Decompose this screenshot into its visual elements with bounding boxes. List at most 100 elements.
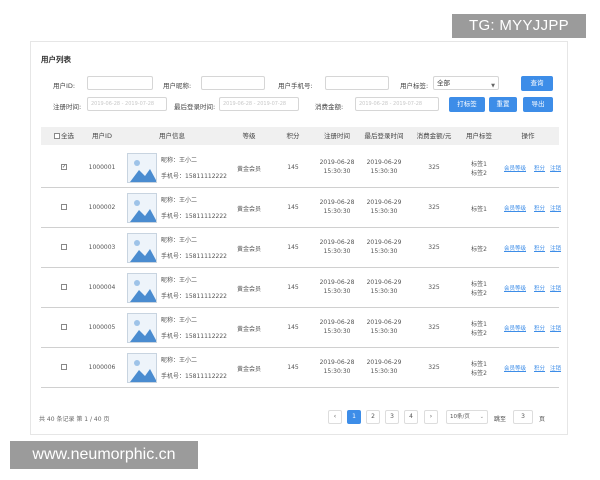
- tag-label: 用户标签:: [400, 82, 429, 90]
- prev-page-button[interactable]: ‹: [328, 410, 342, 424]
- member-level-link[interactable]: 会员等级: [504, 364, 526, 372]
- next-page-button[interactable]: ›: [424, 410, 438, 424]
- nickname: 昵称：王小二: [161, 357, 198, 364]
- register-date: 2019-06-28: [319, 319, 355, 326]
- register-time: 15:30:30: [323, 368, 351, 375]
- member-level-link[interactable]: 会员等级: [504, 164, 526, 172]
- column-points: 积分: [286, 132, 300, 140]
- cancel-account-link[interactable]: 注销: [550, 244, 561, 252]
- register-date: 2019-06-28: [319, 159, 355, 166]
- last-login-time: 15:30:30: [370, 368, 398, 375]
- page-2-button[interactable]: 2: [366, 410, 380, 424]
- reset-button[interactable]: 重置: [489, 97, 517, 112]
- member-level-link[interactable]: 会员等级: [504, 284, 526, 292]
- points: 145: [287, 244, 299, 251]
- select-all-label: 全选: [61, 132, 74, 140]
- points-link[interactable]: 积分: [534, 164, 545, 172]
- row-checkbox[interactable]: [61, 204, 67, 210]
- phone-input[interactable]: [325, 76, 389, 90]
- last-login-date: 2019-06-29: [366, 159, 402, 166]
- page-1-button[interactable]: 1: [347, 410, 361, 424]
- page-4-button[interactable]: 4: [404, 410, 418, 424]
- cancel-account-link[interactable]: 注销: [550, 284, 561, 292]
- spend-amount: 325: [428, 324, 440, 331]
- watermark-top: TG: MYYJJPP: [452, 14, 586, 38]
- register-time-input[interactable]: 2019-06-28 - 2019-07-28: [87, 97, 167, 111]
- chevron-down-icon: ▼: [491, 83, 495, 89]
- goto-input[interactable]: 3: [513, 410, 533, 424]
- register-time: 15:30:30: [323, 168, 351, 175]
- tag-1: 标签2: [471, 246, 487, 253]
- last-login-time: 15:30:30: [370, 288, 398, 295]
- member-level-link[interactable]: 会员等级: [504, 244, 526, 252]
- member-level-link[interactable]: 会员等级: [504, 204, 526, 212]
- cancel-account-link[interactable]: 注销: [550, 364, 561, 372]
- tag-1: 标签1: [471, 321, 487, 328]
- user-id: 1000002: [88, 204, 116, 211]
- tag-2: 标签2: [471, 290, 487, 297]
- points: 145: [287, 364, 299, 371]
- select-all-header[interactable]: 全选: [49, 127, 79, 145]
- row-checkbox[interactable]: [61, 324, 67, 330]
- level: 黄金会员: [236, 366, 261, 373]
- tag-1: 标签1: [471, 281, 487, 288]
- register-time: 15:30:30: [323, 328, 351, 335]
- row-checkbox[interactable]: [61, 284, 67, 290]
- points-link[interactable]: 积分: [534, 244, 545, 252]
- table-row: 1000004 昵称：王小二 手机号：15811112222 黄金会员 145 2019-…: [41, 268, 561, 308]
- register-date: 2019-06-28: [319, 199, 355, 206]
- nickname: 昵称：王小二: [161, 237, 198, 244]
- table-row: ✓ 1000001 昵称：王小二 手机号：15811112222 黄金会员 145 2019…: [41, 148, 561, 188]
- table-row: 1000005 昵称：王小二 手机号：15811112222 黄金会员 145 2019-…: [41, 308, 561, 348]
- spend-input[interactable]: 2019-06-28 - 2019-07-28: [355, 97, 439, 111]
- points: 145: [287, 284, 299, 291]
- user-id: 1000005: [88, 324, 116, 331]
- points-link[interactable]: 积分: [534, 364, 545, 372]
- user-id: 1000006: [88, 364, 116, 371]
- tag-select[interactable]: 全部 ▼: [433, 76, 499, 90]
- row-checkbox[interactable]: [61, 364, 67, 370]
- points: 145: [287, 164, 299, 171]
- page-size-select[interactable]: 10条/页 ⌄: [446, 410, 488, 424]
- tag-2: 标签2: [471, 170, 487, 177]
- phone: 手机号：15811112222: [161, 213, 227, 220]
- register-time: 15:30:30: [323, 208, 351, 215]
- spend-amount: 325: [428, 364, 440, 371]
- search-button[interactable]: 查询: [521, 76, 553, 91]
- tag-1: 标签1: [471, 161, 487, 168]
- last-login-date: 2019-06-29: [366, 199, 402, 206]
- export-button[interactable]: 导出: [523, 97, 553, 112]
- tag-1: 标签1: [471, 206, 487, 213]
- tag-button[interactable]: 打标签: [449, 97, 485, 112]
- level: 黄金会员: [236, 246, 261, 253]
- level: 黄金会员: [236, 206, 261, 213]
- select-all-checkbox[interactable]: [54, 133, 60, 139]
- nickname-input[interactable]: [201, 76, 265, 90]
- last-login-time: 15:30:30: [370, 328, 398, 335]
- table-row: 1000003 昵称：王小二 手机号：15811112222 黄金会员 145 2019-…: [41, 228, 561, 268]
- avatar-image-icon: [127, 353, 157, 383]
- cancel-account-link[interactable]: 注销: [550, 324, 561, 332]
- member-level-link[interactable]: 会员等级: [504, 324, 526, 332]
- phone: 手机号：15811112222: [161, 173, 227, 180]
- register-date: 2019-06-28: [319, 279, 355, 286]
- row-checkbox[interactable]: [61, 244, 67, 250]
- points-link[interactable]: 积分: [534, 204, 545, 212]
- cancel-account-link[interactable]: 注销: [550, 204, 561, 212]
- table-row: 1000002 昵称：王小二 手机号：15811112222 黄金会员 145 2019-…: [41, 188, 561, 228]
- points-link[interactable]: 积分: [534, 284, 545, 292]
- row-checkbox[interactable]: ✓: [61, 164, 67, 170]
- page-3-button[interactable]: 3: [385, 410, 399, 424]
- points-link[interactable]: 积分: [534, 324, 545, 332]
- last-login-input[interactable]: 2019-06-28 - 2019-07-28: [219, 97, 299, 111]
- points: 145: [287, 324, 299, 331]
- user-id-input[interactable]: [87, 76, 153, 90]
- column-user-id: 用户ID: [92, 132, 112, 140]
- column-level: 等级: [242, 132, 256, 140]
- cancel-account-link[interactable]: 注销: [550, 164, 561, 172]
- register-date: 2019-06-28: [319, 239, 355, 246]
- last-login-time: 15:30:30: [370, 168, 398, 175]
- user-id: 1000001: [88, 164, 116, 171]
- user-list-panel: 用户列表 用户ID: 用户昵称: 用户手机号: 用户标签: 全部 ▼ 查询 注册…: [30, 41, 568, 435]
- nickname: 昵称：王小二: [161, 157, 198, 164]
